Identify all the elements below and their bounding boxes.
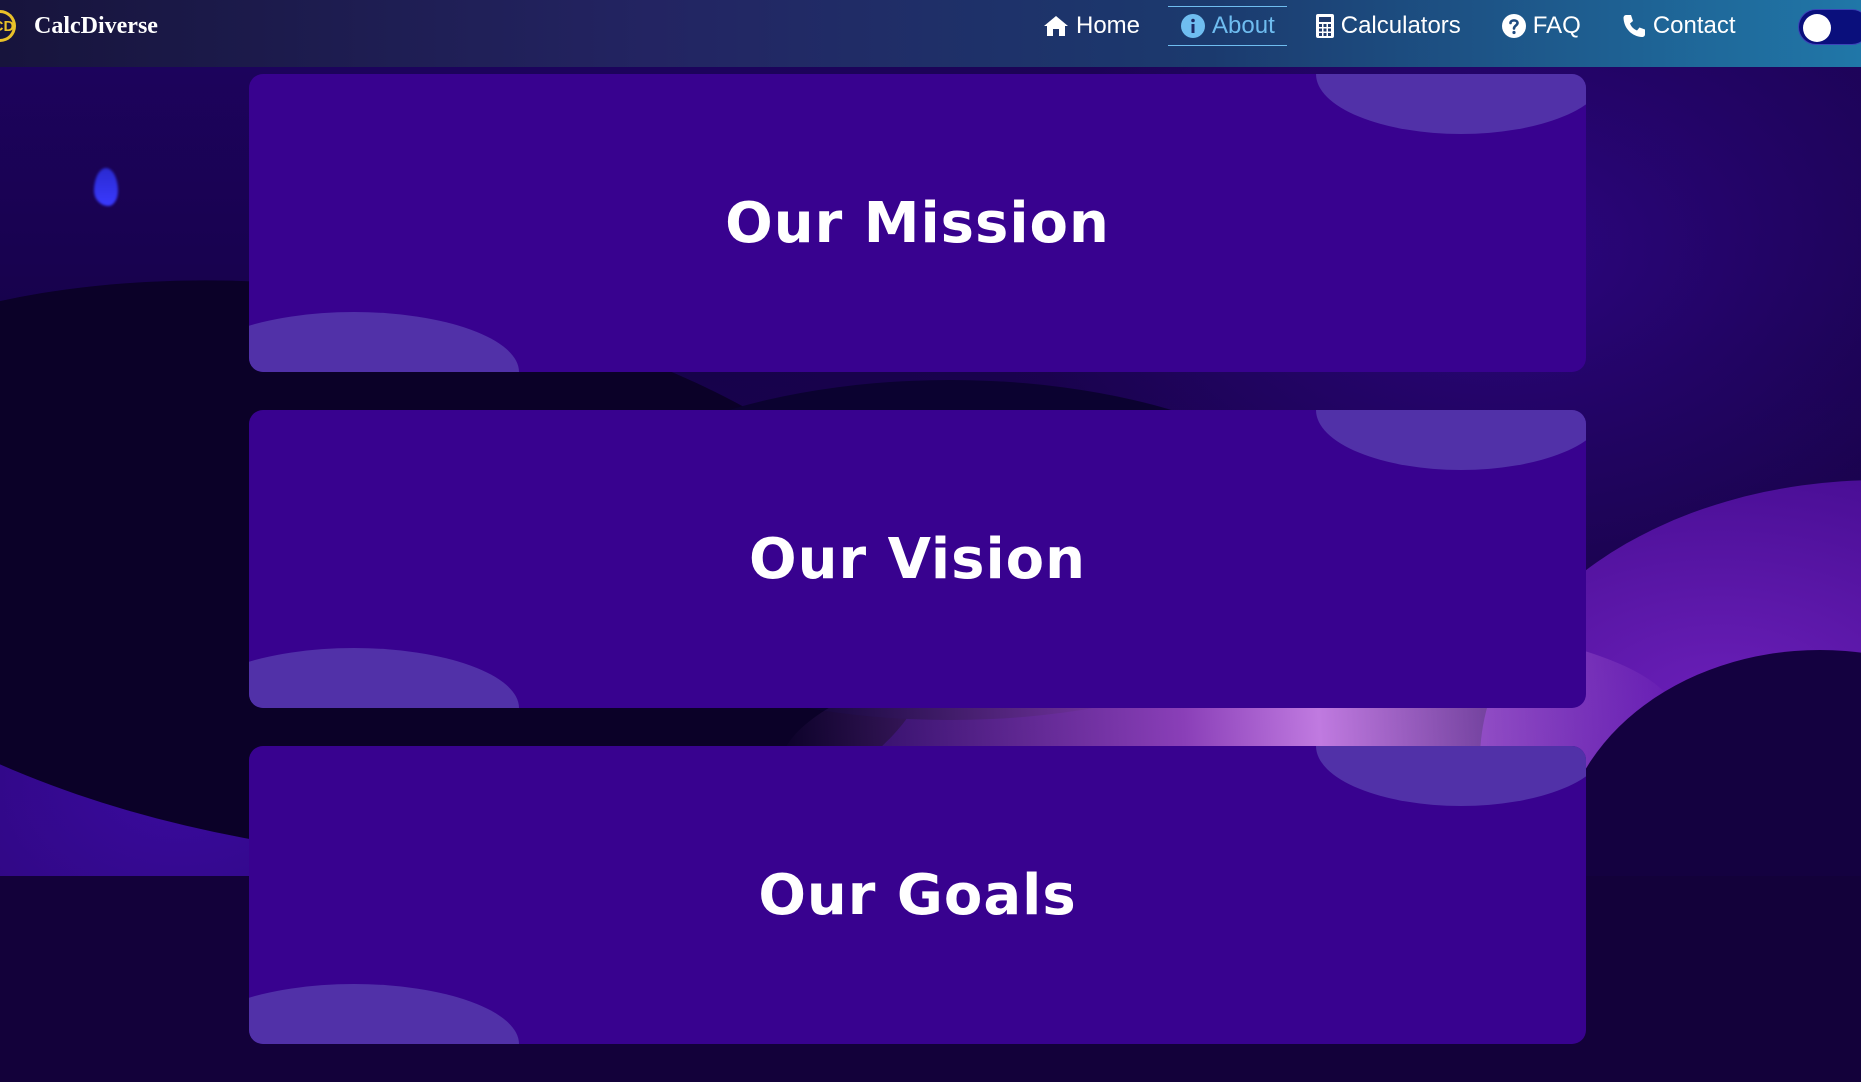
home-icon — [1042, 14, 1070, 38]
section-title: Our Goals — [758, 862, 1077, 928]
nav-item-label: Contact — [1652, 12, 1736, 39]
nav-menu: Home About Calculators FAQ Contact — [1030, 0, 1764, 52]
logo-icon: CD — [0, 10, 16, 42]
nav-item-label: About — [1212, 12, 1275, 39]
brand-name[interactable]: CalcDiverse — [34, 13, 158, 40]
brand-logo[interactable]: CD CalcDiverse — [0, 0, 158, 52]
card-corner-decoration — [249, 648, 519, 708]
nav-item-label: Calculators — [1340, 12, 1461, 39]
vision-card: Our Vision — [249, 410, 1586, 708]
nav-item-contact[interactable]: Contact — [1609, 6, 1748, 46]
toggle-knob — [1803, 14, 1831, 42]
calculator-icon — [1315, 13, 1335, 39]
logo-text: CD — [0, 17, 15, 35]
nav-item-home[interactable]: Home — [1030, 6, 1152, 46]
navbar: CD CalcDiverse Home About Calculators — [0, 0, 1861, 67]
card-corner-decoration — [1316, 410, 1586, 470]
phone-icon — [1621, 13, 1647, 39]
droplet-decoration — [94, 168, 118, 206]
mission-card: Our Mission — [249, 74, 1586, 372]
question-icon — [1501, 13, 1527, 39]
info-icon — [1180, 13, 1206, 39]
nav-item-calculators[interactable]: Calculators — [1303, 6, 1473, 46]
nav-item-about[interactable]: About — [1168, 6, 1287, 46]
theme-toggle[interactable] — [1798, 9, 1861, 45]
card-corner-decoration — [1316, 74, 1586, 134]
nav-item-label: Home — [1076, 12, 1141, 39]
section-title: Our Mission — [725, 190, 1110, 256]
card-corner-decoration — [249, 312, 519, 372]
nav-item-faq[interactable]: FAQ — [1489, 6, 1593, 46]
section-title: Our Vision — [748, 526, 1086, 592]
nav-item-label: FAQ — [1532, 12, 1581, 39]
about-sections: Our Mission Our Vision Our Goals — [249, 74, 1586, 1082]
card-corner-decoration — [249, 984, 519, 1044]
goals-card: Our Goals — [249, 746, 1586, 1044]
card-corner-decoration — [1316, 746, 1586, 806]
